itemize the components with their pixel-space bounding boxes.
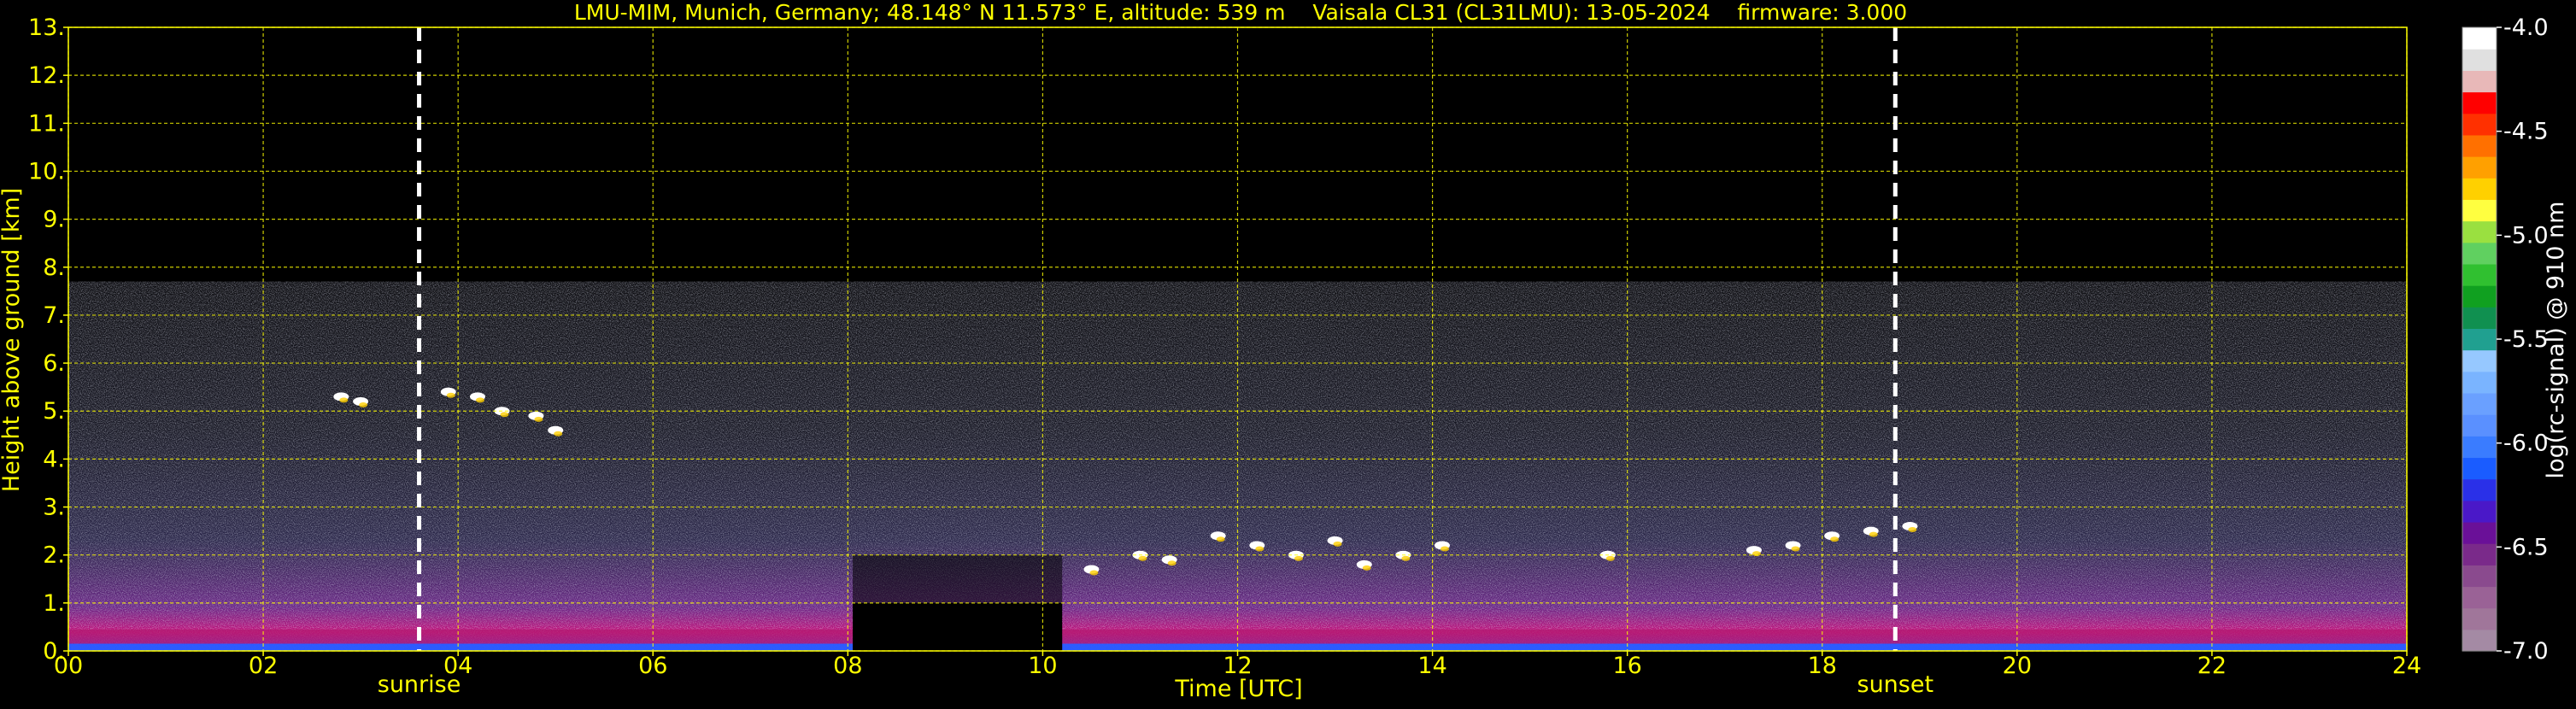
- data-gap: [853, 602, 1063, 651]
- chart-svg: sunrise sunset 00 02 04 06 08 10 12 14 16 18 20 22 24…: [0, 0, 2569, 702]
- y-tick-label: 7.: [43, 302, 65, 329]
- y-tick-label: 13.: [28, 15, 65, 41]
- colorbar-segment: [2462, 607, 2497, 630]
- colorbar-segment: [2462, 178, 2497, 200]
- colorbar-segment: [2462, 263, 2497, 286]
- cloud-point-edge: [1333, 541, 1342, 547]
- colorbar-segment: [2462, 457, 2497, 480]
- colorbar-segment: [2462, 285, 2497, 308]
- cloud-point-edge: [1294, 555, 1303, 561]
- y-tick-label: 8.: [43, 255, 65, 281]
- colorbar-segment: [2462, 113, 2497, 136]
- colorbar-segment: [2462, 414, 2497, 437]
- x-tick-label: 16: [1612, 653, 1641, 679]
- colorbar-segment: [2462, 307, 2497, 330]
- cloud-point-edge: [475, 397, 484, 403]
- x-tick-label: 14: [1417, 653, 1446, 679]
- x-tick-label: 02: [249, 653, 278, 679]
- y-tick-label: 11.: [28, 110, 65, 137]
- y-axis-label: Height above ground [km]: [0, 188, 25, 492]
- colorbar-segment: [2462, 27, 2497, 50]
- colorbar-label: log(rc-signal) @ 910 nm: [2543, 202, 2569, 479]
- colorbar-segment: [2462, 436, 2497, 459]
- colorbar-segment: [2462, 156, 2497, 179]
- colorbar-tick-label: -6.0: [2503, 431, 2549, 457]
- x-tick-label: 10: [1028, 653, 1057, 679]
- chart-title: LMU-MIM, Munich, Germany; 48.148° N 11.5…: [574, 0, 1907, 25]
- colorbar-segment: [2462, 349, 2497, 372]
- x-tick-label: 04: [443, 653, 472, 679]
- y-tick-label: 12.: [28, 62, 65, 89]
- x-axis-label: Time [UTC]: [1174, 676, 1302, 702]
- x-tick-label: 08: [833, 653, 862, 679]
- colorbar-segment: [2462, 586, 2497, 609]
- y-tick-label: 0.: [43, 638, 65, 665]
- cloud-point-edge: [1605, 555, 1615, 561]
- cloud-point-edge: [534, 416, 543, 422]
- colorbar-tick-label: -5.0: [2503, 222, 2549, 249]
- cloud-point-edge: [1089, 570, 1099, 576]
- data-gap-fade: [853, 554, 1063, 603]
- colorbar-segment: [2462, 242, 2497, 265]
- y-tick-label: 1.: [43, 590, 65, 617]
- colorbar-segment: [2462, 478, 2497, 501]
- colorbar-tick-label: -4.5: [2503, 119, 2549, 145]
- y-tick-label: 10.: [28, 158, 65, 185]
- x-tick-label: 06: [638, 653, 667, 679]
- ceilometer-chart: sunrise sunset 00 02 04 06 08 10 12 14 16 18 20 22 24…: [0, 0, 2576, 706]
- cloud-point-edge: [1138, 555, 1147, 561]
- colorbar-segment: [2462, 220, 2497, 243]
- colorbar-segment: [2462, 565, 2497, 588]
- cloud-point-edge: [554, 431, 563, 437]
- colorbar-segment: [2462, 500, 2497, 523]
- cloud-point-edge: [1362, 565, 1371, 571]
- cloud-point-edge: [1869, 531, 1878, 537]
- cloud-point-edge: [1401, 555, 1411, 561]
- cloud-point-edge: [1167, 560, 1177, 566]
- colorbar-segment: [2462, 543, 2497, 565]
- x-tick-label: 20: [2003, 653, 2032, 679]
- colorbar-segment: [2462, 199, 2497, 222]
- cloud-point-edge: [446, 392, 455, 398]
- colorbar-segment: [2462, 392, 2497, 415]
- cloud-point-edge: [1255, 546, 1265, 552]
- y-tick-label: 2.: [43, 542, 65, 569]
- colorbar-segment: [2462, 371, 2497, 394]
- cloud-point-edge: [1908, 527, 1917, 532]
- colorbar-segment: [2462, 629, 2497, 652]
- colorbar-tick-label: -6.5: [2503, 534, 2549, 560]
- colorbar-tick-label: -5.5: [2503, 326, 2549, 353]
- x-tick-label: 22: [2198, 653, 2227, 679]
- colorbar-segment: [2462, 49, 2497, 71]
- y-tick-label: 5.: [43, 398, 65, 425]
- y-tick-label: 6.: [43, 350, 65, 377]
- cloud-point-edge: [1440, 546, 1449, 552]
- colorbar: -4.0 -4.5 -5.0 -5.5 -6.0 -6.5 -7.0: [2462, 15, 2549, 665]
- x-tick-label: 24: [2392, 653, 2421, 679]
- x-tick-label: 18: [1808, 653, 1837, 679]
- cloud-point-edge: [1830, 536, 1840, 542]
- colorbar-segment: [2462, 91, 2497, 114]
- cloud-point-edge: [1791, 546, 1800, 552]
- cloud-point-edge: [339, 397, 349, 403]
- y-tick-label: 3.: [43, 495, 65, 521]
- colorbar-segment: [2462, 134, 2497, 157]
- cloud-point-edge: [500, 412, 509, 418]
- cloud-point-edge: [359, 402, 368, 407]
- colorbar-segment: [2462, 70, 2497, 93]
- event-label-sunset: sunset: [1857, 671, 1934, 698]
- y-tick-label: 4.: [43, 446, 65, 472]
- cloud-point-edge: [1216, 536, 1225, 542]
- colorbar-segment: [2462, 521, 2497, 544]
- colorbar-segment: [2462, 328, 2497, 351]
- colorbar-tick-label: -7.0: [2503, 638, 2549, 665]
- y-tick-label: 9.: [43, 207, 65, 233]
- colorbar-tick-label: -4.0: [2503, 15, 2549, 41]
